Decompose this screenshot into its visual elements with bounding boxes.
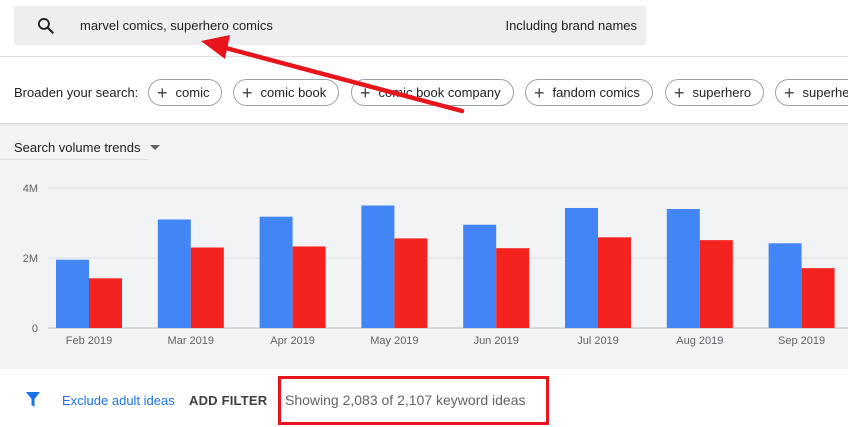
plus-icon: + <box>242 82 253 103</box>
bar-series-1 <box>565 207 598 328</box>
y-tick-label: 2M <box>23 253 38 265</box>
annotation-highlight-box <box>278 376 549 425</box>
filter-funnel-icon[interactable] <box>25 391 41 409</box>
chart-type-selector[interactable]: Search volume trends <box>14 140 161 155</box>
plus-icon: + <box>534 82 545 103</box>
search-bar[interactable]: marvel comics, superhero comics Includin… <box>14 6 646 45</box>
x-tick-label: Sep 2019 <box>778 335 825 347</box>
keyword-planner-page: marvel comics, superhero comics Includin… <box>0 0 848 427</box>
bar-series-2 <box>190 247 224 328</box>
plus-icon: + <box>674 82 685 103</box>
selector-underline <box>0 159 148 160</box>
plus-icon: + <box>157 82 168 103</box>
bar-series-2 <box>801 268 835 328</box>
search-icon <box>38 18 54 34</box>
bar-series-2 <box>699 240 733 328</box>
bar-series-1 <box>463 224 497 328</box>
x-tick-label: Feb 2019 <box>66 335 112 347</box>
bar-series-1 <box>768 243 802 328</box>
x-tick-label: Jun 2019 <box>474 335 519 347</box>
add-filter-button[interactable]: ADD FILTER <box>189 393 267 408</box>
search-volume-chart: 0 2M 4M Feb 2019 Mar 2019 Apr 2019 May 2019 Jun… <box>23 183 848 347</box>
y-tick-label: 4M <box>23 183 38 195</box>
chip-superhero-partial[interactable]: + superhe <box>775 79 848 106</box>
chart-panel: 0 2M 4M Feb 2019 Mar 2019 Apr 2019 May 2019 Jun… <box>0 125 848 369</box>
chip-label: comic book company <box>378 85 501 100</box>
chip-label: fandom comics <box>552 85 640 100</box>
x-tick-label: May 2019 <box>370 335 418 347</box>
chart-selector-label: Search volume trends <box>14 140 141 155</box>
broaden-search-row: Broaden your search: + comic + comic boo… <box>0 56 848 124</box>
exclude-adult-ideas-filter[interactable]: Exclude adult ideas <box>62 393 175 408</box>
bar-series-2 <box>394 238 428 328</box>
chip-label: comic <box>175 85 210 100</box>
bar-series-1 <box>361 205 395 328</box>
caret-down-icon <box>150 145 161 150</box>
bar-series-2 <box>598 237 631 328</box>
bar-series-1 <box>56 259 89 328</box>
x-tick-label: Jul 2019 <box>577 335 619 347</box>
bar-series-2 <box>292 246 326 328</box>
chip-comic-book[interactable]: + comic book <box>233 79 340 106</box>
y-tick-label: 0 <box>32 323 38 335</box>
bar-series-1 <box>157 219 191 328</box>
chip-label: superhe <box>802 85 848 100</box>
bar-series-2 <box>89 278 122 328</box>
chip-superhero[interactable]: + superhero <box>665 79 765 106</box>
bar-series-2 <box>496 248 530 328</box>
x-tick-label: Mar 2019 <box>168 335 214 347</box>
chip-label: comic book <box>260 85 327 100</box>
chip-fandom-comics[interactable]: + fandom comics <box>525 79 653 106</box>
brand-names-toggle[interactable]: Including brand names <box>505 18 637 33</box>
broaden-label: Broaden your search: <box>14 85 139 100</box>
chip-label: superhero <box>692 85 752 100</box>
plus-icon: + <box>784 82 795 103</box>
x-tick-label: Apr 2019 <box>270 335 315 347</box>
plus-icon: + <box>360 82 371 103</box>
bar-series-1 <box>666 209 700 328</box>
chip-comic-book-company[interactable]: + comic book company <box>351 79 514 106</box>
bar-series-1 <box>259 216 293 328</box>
chip-comic[interactable]: + comic <box>148 79 223 106</box>
x-tick-label: Aug 2019 <box>676 335 723 347</box>
search-query[interactable]: marvel comics, superhero comics <box>80 18 273 33</box>
